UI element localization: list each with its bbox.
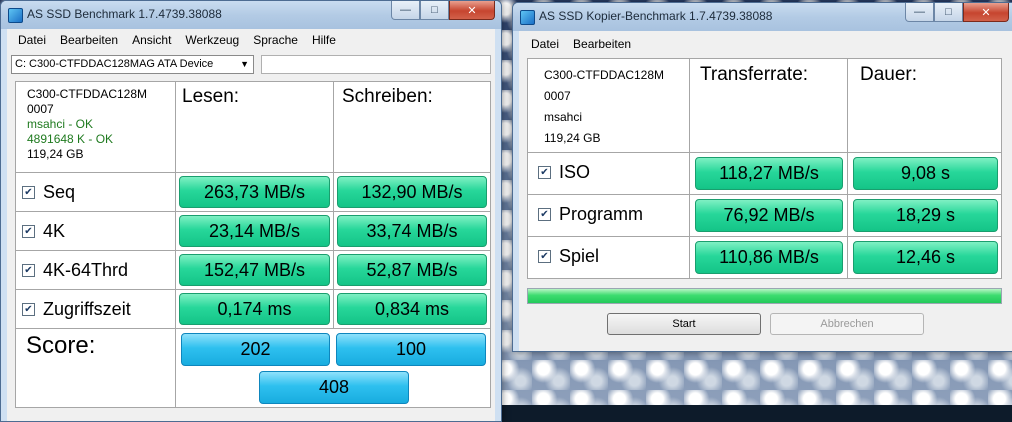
close-button[interactable]: ✕ [449, 1, 495, 20]
duration-header-cell: Dauer: [847, 58, 1002, 153]
alignment-status: 4891648 K - OK [27, 132, 114, 146]
copy-row-programm: ✔ Programm [527, 194, 690, 237]
seq-write-value: 132,90 MB/s [337, 176, 487, 208]
copy-client: Datei Bearbeiten C300-CTFDDAC128M 0007 m… [519, 31, 1012, 351]
benchmark-titlebar[interactable]: AS SSD Benchmark 1.7.4739.38088 — □ ✕ [1, 1, 501, 29]
spiel-duration-value: 12,46 s [853, 241, 998, 274]
score-read: 202 [181, 333, 330, 366]
benchmark-client: Datei Bearbeiten Ansicht Werkzeug Sprach… [7, 29, 495, 421]
score-label-cell: Score: [15, 328, 176, 408]
4k-read-value: 23,14 MB/s [179, 215, 330, 247]
rate-header-cell: Transferrate: [689, 58, 848, 153]
copy-row-spiel: ✔ Spiel [527, 236, 690, 279]
minimize-button[interactable]: — [905, 3, 934, 22]
drive-firmware: 0007 [27, 102, 54, 116]
score-total: 408 [259, 371, 409, 404]
iso-rate-value: 118,27 MB/s [695, 157, 843, 190]
iso-duration-value: 9,08 s [853, 157, 998, 190]
copy-titlebar[interactable]: AS SSD Kopier-Benchmark 1.7.4739.38088 —… [513, 3, 1012, 31]
test-row-4k: ✔ 4K [15, 211, 176, 251]
test-row-access: ✔ Zugriffszeit [15, 289, 176, 329]
driver-name: msahci [544, 110, 583, 124]
window-title: AS SSD Benchmark 1.7.4739.38088 [27, 7, 222, 21]
menu-sprache[interactable]: Sprache [246, 29, 305, 51]
drive-size: 119,24 GB [27, 147, 84, 161]
copy-row-iso: ✔ ISO [527, 152, 690, 195]
start-button[interactable]: Start [607, 313, 761, 335]
drive-info-panel: C300-CTFDDAC128M 0007 msahci - OK 489164… [15, 81, 176, 173]
maximize-button[interactable]: □ [420, 1, 449, 20]
menu-bearbeiten[interactable]: Bearbeiten [566, 31, 638, 53]
rate-header: Transferrate: [700, 64, 809, 85]
drive-select-value: C: C300-CTFDDAC128MAG ATA Device [15, 58, 214, 70]
drive-path-field[interactable] [261, 55, 491, 74]
menubar: Datei Bearbeiten [519, 31, 1012, 53]
window-title: AS SSD Kopier-Benchmark 1.7.4739.38088 [539, 9, 773, 23]
4k-write-value: 33,74 MB/s [337, 215, 487, 247]
programm-checkbox[interactable]: ✔ [538, 208, 551, 221]
spiel-checkbox[interactable]: ✔ [538, 250, 551, 263]
score-label: Score: [26, 332, 96, 359]
menubar: Datei Bearbeiten Ansicht Werkzeug Sprach… [7, 29, 495, 51]
chevron-down-icon: ▼ [240, 59, 249, 69]
drive-model: C300-CTFDDAC128M [27, 87, 148, 101]
4k64-write-value: 52,87 MB/s [337, 254, 487, 286]
drive-model: C300-CTFDDAC128M [544, 68, 665, 82]
iso-checkbox[interactable]: ✔ [538, 166, 551, 179]
access-write-value: 0,834 ms [337, 293, 487, 325]
4k64-read-value: 152,47 MB/s [179, 254, 330, 286]
benchmark-window: AS SSD Benchmark 1.7.4739.38088 — □ ✕ Da… [0, 0, 502, 422]
drive-size: 119,24 GB [544, 131, 601, 145]
drive-firmware: 0007 [544, 89, 571, 103]
access-label: Zugriffszeit [43, 299, 131, 319]
menu-hilfe[interactable]: Hilfe [305, 29, 343, 51]
app-icon [520, 10, 535, 25]
copy-benchmark-window: AS SSD Kopier-Benchmark 1.7.4739.38088 —… [512, 2, 1012, 352]
close-button[interactable]: ✕ [963, 3, 1009, 22]
drive-select[interactable]: C: C300-CTFDDAC128MAG ATA Device ▼ [11, 55, 254, 74]
copy-progress-bar [527, 288, 1002, 304]
spiel-label: Spiel [559, 246, 600, 266]
seq-label: Seq [43, 182, 76, 202]
4k-checkbox[interactable]: ✔ [22, 225, 35, 238]
cancel-button[interactable]: Abbrechen [770, 313, 924, 335]
spiel-rate-value: 110,86 MB/s [695, 241, 843, 274]
score-write: 100 [336, 333, 486, 366]
minimize-button[interactable]: — [391, 1, 420, 20]
menu-werkzeug[interactable]: Werkzeug [178, 29, 246, 51]
copy-drive-info-panel: C300-CTFDDAC128M 0007 msahci 119,24 GB [527, 58, 690, 153]
app-icon [8, 8, 23, 23]
access-read-value: 0,174 ms [179, 293, 330, 325]
iso-label: ISO [559, 162, 591, 182]
driver-status: msahci - OK [27, 117, 94, 131]
duration-header: Dauer: [860, 64, 918, 85]
programm-duration-value: 18,29 s [853, 199, 998, 232]
read-header-cell: Lesen: [175, 81, 334, 173]
test-row-seq: ✔ Seq [15, 172, 176, 212]
test-row-4k64: ✔ 4K-64Thrd [15, 250, 176, 290]
seq-checkbox[interactable]: ✔ [22, 186, 35, 199]
seq-read-value: 263,73 MB/s [179, 176, 330, 208]
menu-bearbeiten[interactable]: Bearbeiten [53, 29, 125, 51]
write-header: Schreiben: [342, 86, 433, 107]
menu-datei[interactable]: Datei [11, 29, 53, 51]
access-checkbox[interactable]: ✔ [22, 303, 35, 316]
programm-label: Programm [559, 204, 644, 224]
menu-ansicht[interactable]: Ansicht [125, 29, 178, 51]
copy-progress-fill [528, 289, 1001, 303]
4k64-label: 4K-64Thrd [43, 260, 129, 280]
maximize-button[interactable]: □ [934, 3, 963, 22]
4k-label: 4K [43, 221, 66, 241]
4k64-checkbox[interactable]: ✔ [22, 264, 35, 277]
menu-datei[interactable]: Datei [524, 31, 566, 53]
programm-rate-value: 76,92 MB/s [695, 199, 843, 232]
write-header-cell: Schreiben: [333, 81, 491, 173]
read-header: Lesen: [182, 86, 240, 107]
